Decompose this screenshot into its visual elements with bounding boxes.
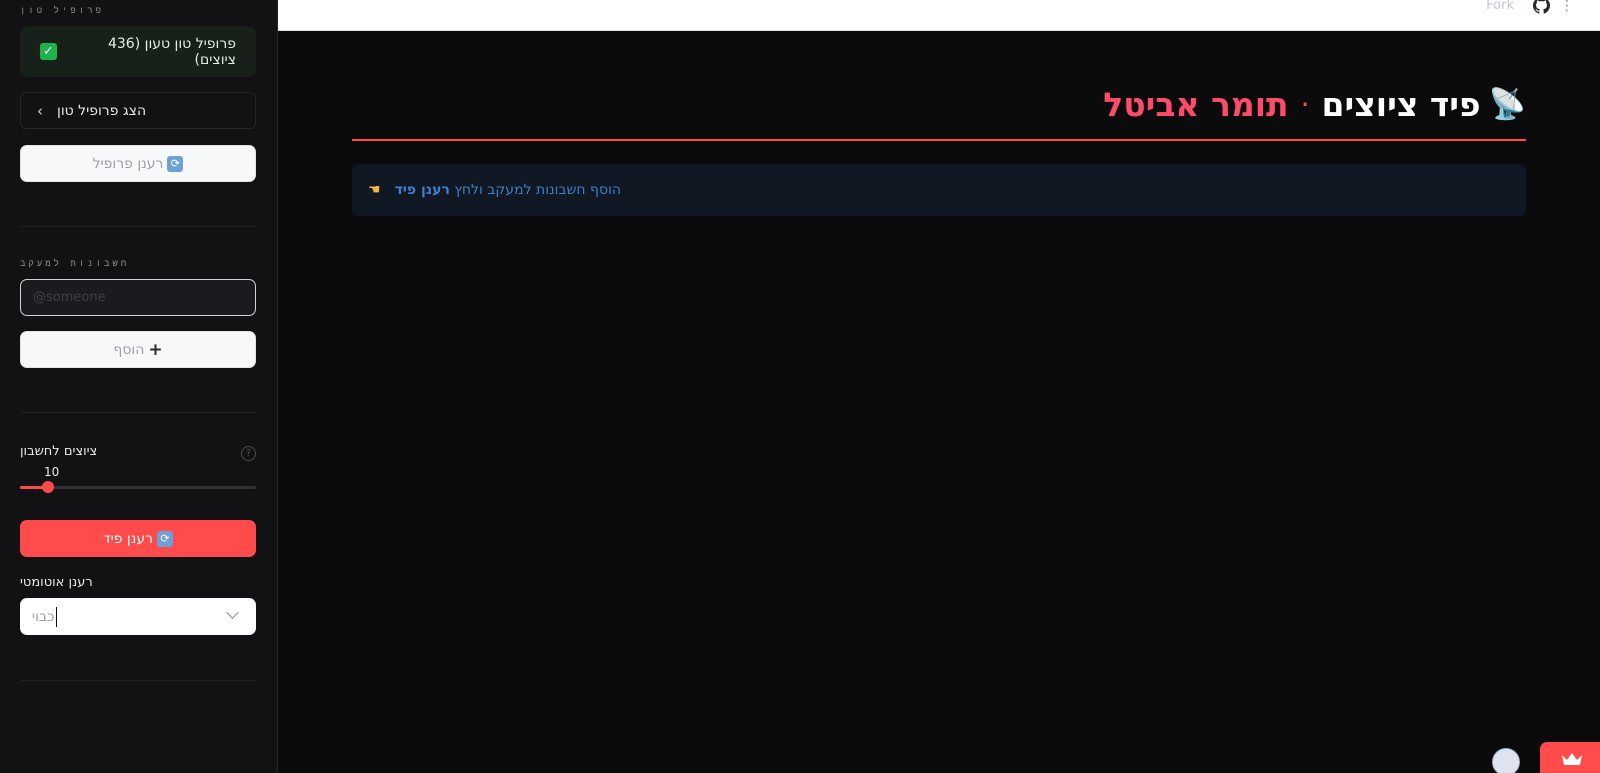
add-label: הוסף bbox=[113, 341, 145, 358]
top-toolbar: Fork ⋮ bbox=[278, 0, 1600, 31]
crown-icon bbox=[1562, 753, 1582, 765]
sidebar-divider bbox=[20, 412, 256, 413]
sidebar-divider bbox=[20, 226, 256, 227]
slider-thumb[interactable] bbox=[42, 481, 55, 493]
refresh-profile-label: רענן פרופיל bbox=[92, 155, 164, 172]
title-main: פיד ציוצים bbox=[1321, 84, 1481, 124]
tweets-per-account-label: ציוצים לחשבון bbox=[20, 444, 98, 459]
refresh-icon: ⟳ bbox=[157, 530, 174, 547]
refresh-feed-label: רענן פיד bbox=[102, 530, 154, 547]
title-separator: · bbox=[1300, 87, 1310, 121]
refresh-icon: ⟳ bbox=[167, 155, 184, 172]
check-icon: ✓ bbox=[40, 43, 57, 60]
accounts-section-label: חשבונות למעקב bbox=[20, 259, 130, 269]
title-underline bbox=[352, 139, 1526, 141]
help-icon[interactable]: ? bbox=[241, 446, 256, 461]
show-profile-label: הצג פרופיל טון bbox=[57, 102, 147, 119]
show-profile-expander[interactable]: ‹ הצג פרופיל טון bbox=[20, 92, 256, 129]
info-bold: רענן פיד bbox=[394, 182, 450, 198]
sidebar-divider bbox=[20, 680, 256, 681]
app: פרופיל טון ✓ פרופיל טון טעון (436 ציוצים… bbox=[0, 0, 1600, 773]
profile-section-label: פרופיל טון bbox=[20, 6, 105, 16]
plus-icon: + bbox=[148, 339, 163, 360]
title-name: תומר אביטל bbox=[1103, 84, 1289, 124]
text-caret bbox=[56, 606, 58, 627]
info-text: הוסף חשבונות למעקב ולחץ bbox=[454, 182, 622, 198]
sidebar: פרופיל טון ✓ פרופיל טון טעון (436 ציוצים… bbox=[0, 0, 278, 773]
more-menu-icon[interactable]: ⋮ bbox=[1560, 0, 1574, 14]
info-message: הוסף חשבונות למעקב ולחץ רענן פיד bbox=[391, 182, 621, 198]
auto-refresh-select[interactable]: כבוי bbox=[20, 598, 256, 635]
refresh-feed-button[interactable]: רענן פיד ⟳ bbox=[20, 520, 256, 557]
info-alert: ☚ הוסף חשבונות למעקב ולחץ רענן פיד bbox=[352, 164, 1526, 216]
avatar[interactable] bbox=[1492, 748, 1520, 773]
profile-status-alert: ✓ פרופיל טון טעון (436 ציוצים) bbox=[20, 26, 256, 77]
tweets-per-account-value: 10 bbox=[44, 465, 60, 479]
tweets-per-account-slider[interactable] bbox=[20, 481, 256, 493]
page-title: 📡 פיד ציוצים · תומר אביטל bbox=[352, 80, 1526, 128]
account-input[interactable] bbox=[20, 279, 256, 316]
add-account-button[interactable]: הוסף + bbox=[20, 331, 256, 368]
fork-button[interactable]: Fork bbox=[1486, 0, 1514, 13]
chevron-left-icon: ‹ bbox=[37, 101, 43, 120]
satellite-icon: 📡 bbox=[1488, 86, 1526, 122]
refresh-profile-button[interactable]: רענן פרופיל ⟳ bbox=[20, 145, 256, 182]
pointing-hand-icon: ☚ bbox=[368, 182, 381, 198]
github-icon[interactable] bbox=[1533, 0, 1550, 14]
auto-refresh-label: רענן אוטומטי bbox=[20, 575, 93, 590]
streamlit-badge[interactable] bbox=[1540, 742, 1600, 773]
profile-status-text: פרופיל טון טעון (436 ציוצים) bbox=[107, 35, 236, 68]
chevron-down-icon bbox=[226, 606, 239, 619]
auto-refresh-value: כבוי bbox=[32, 608, 55, 625]
